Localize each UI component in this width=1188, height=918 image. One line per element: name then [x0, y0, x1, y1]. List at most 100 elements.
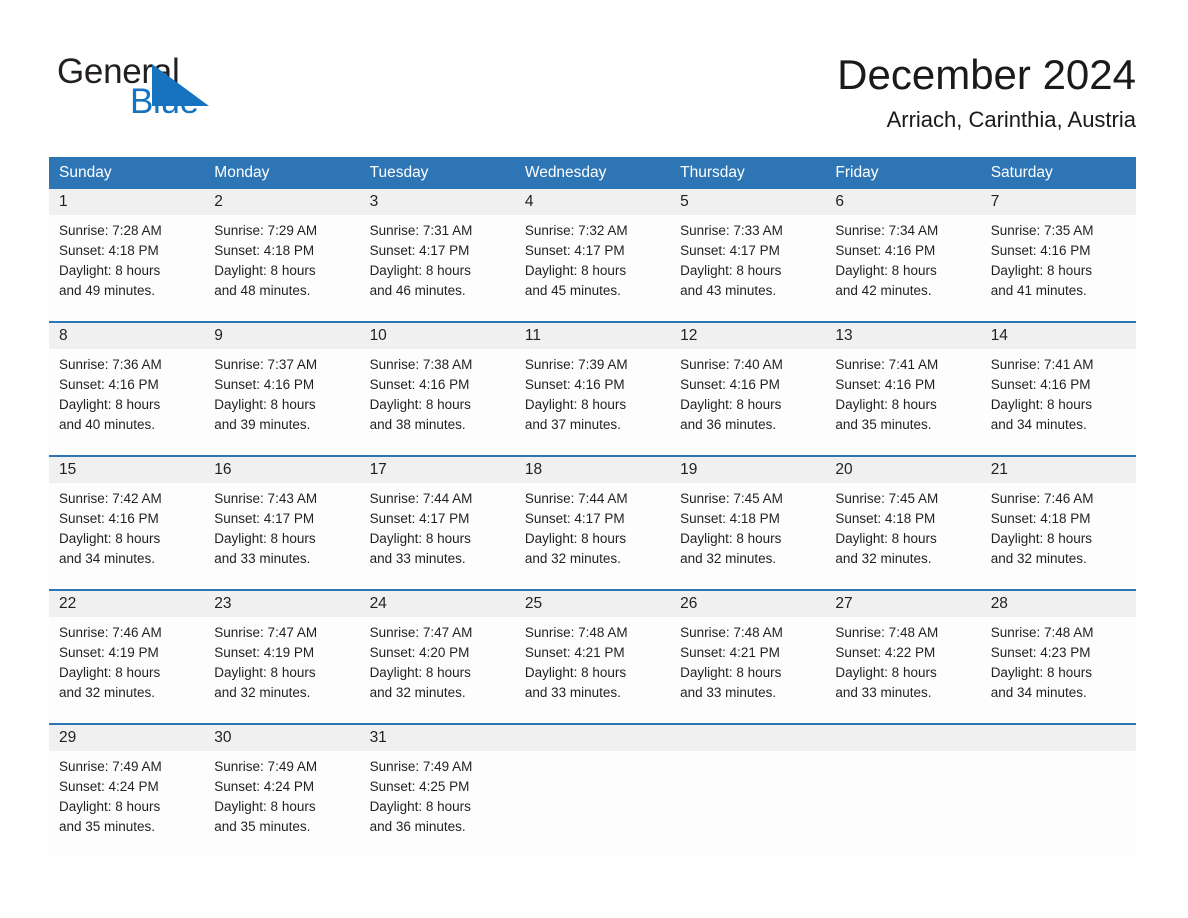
- sunrise-text: Sunrise: 7:32 AM: [524, 223, 628, 238]
- day-cell[interactable]: Sunrise: 7:29 AM Sunset: 4:18 PM Dayligh…: [204, 215, 359, 321]
- day-number[interactable]: 26: [670, 591, 825, 617]
- day-cell[interactable]: Sunrise: 7:33 AM Sunset: 4:17 PM Dayligh…: [670, 215, 825, 321]
- day-number[interactable]: 5: [670, 189, 825, 215]
- day-number[interactable]: 27: [825, 591, 980, 617]
- daylight-text-line1: Daylight: 8 hours: [524, 665, 627, 680]
- daylight-text-line1: Daylight: 8 hours: [990, 665, 1092, 680]
- daylight-text-line1: Daylight: 8 hours: [524, 531, 627, 546]
- day-number[interactable]: 28: [981, 591, 1136, 617]
- day-number[interactable]: 29: [49, 725, 204, 751]
- sunset-text: Sunset: 4:16 PM: [835, 377, 936, 392]
- day-number[interactable]: 3: [360, 189, 515, 215]
- sunset-text: Sunset: 4:18 PM: [680, 511, 780, 526]
- day-number[interactable]: 1: [49, 189, 204, 215]
- sunset-text: Sunset: 4:19 PM: [59, 645, 159, 660]
- day-number[interactable]: 14: [981, 323, 1136, 349]
- day-number[interactable]: 12: [670, 323, 825, 349]
- day-cell[interactable]: Sunrise: 7:39 AM Sunset: 4:16 PM Dayligh…: [515, 349, 670, 455]
- day-number[interactable]: 17: [360, 457, 515, 483]
- day-cell[interactable]: Sunrise: 7:45 AM Sunset: 4:18 PM Dayligh…: [670, 483, 825, 589]
- daylight-text-line2: and 46 minutes.: [369, 283, 466, 298]
- day-number[interactable]: 20: [825, 457, 980, 483]
- day-cell[interactable]: Sunrise: 7:44 AM Sunset: 4:17 PM Dayligh…: [515, 483, 670, 589]
- day-cell[interactable]: Sunrise: 7:43 AM Sunset: 4:17 PM Dayligh…: [204, 483, 359, 589]
- day-cell[interactable]: Sunrise: 7:32 AM Sunset: 4:17 PM Dayligh…: [515, 215, 670, 321]
- week-date-band: 1 2 3 4 5 6 7: [49, 189, 1136, 215]
- day-cell[interactable]: Sunrise: 7:35 AM Sunset: 4:16 PM Dayligh…: [981, 215, 1136, 321]
- day-cell[interactable]: Sunrise: 7:48 AM Sunset: 4:21 PM Dayligh…: [515, 617, 670, 723]
- day-number[interactable]: 21: [981, 457, 1136, 483]
- day-number[interactable]: 6: [825, 189, 980, 215]
- day-cell[interactable]: Sunrise: 7:31 AM Sunset: 4:17 PM Dayligh…: [360, 215, 515, 321]
- day-number[interactable]: 4: [515, 189, 670, 215]
- sunset-text: Sunset: 4:17 PM: [524, 243, 625, 258]
- daylight-text-line2: and 32 minutes.: [59, 685, 156, 700]
- day-number[interactable]: 15: [49, 457, 204, 483]
- day-cell[interactable]: Sunrise: 7:47 AM Sunset: 4:20 PM Dayligh…: [360, 617, 515, 723]
- sunset-text: Sunset: 4:17 PM: [680, 243, 780, 258]
- day-cell[interactable]: Sunrise: 7:48 AM Sunset: 4:21 PM Dayligh…: [670, 617, 825, 723]
- day-cell[interactable]: Sunrise: 7:49 AM Sunset: 4:24 PM Dayligh…: [204, 751, 359, 855]
- daylight-text-line2: and 32 minutes.: [369, 685, 466, 700]
- day-number[interactable]: 19: [670, 457, 825, 483]
- day-number[interactable]: 24: [360, 591, 515, 617]
- day-number[interactable]: 11: [515, 323, 670, 349]
- day-number[interactable]: 9: [204, 323, 359, 349]
- day-cell[interactable]: Sunrise: 7:49 AM Sunset: 4:24 PM Dayligh…: [49, 751, 204, 855]
- daylight-text-line1: Daylight: 8 hours: [680, 665, 782, 680]
- week-info-band: Sunrise: 7:49 AM Sunset: 4:24 PM Dayligh…: [49, 751, 1136, 855]
- day-cell[interactable]: Sunrise: 7:34 AM Sunset: 4:16 PM Dayligh…: [825, 215, 980, 321]
- calendar-week-row: 1 2 3 4 5 6 7 Sunrise: 7:28 AM Sunset: 4…: [49, 189, 1136, 321]
- day-number[interactable]: 2: [204, 189, 359, 215]
- day-cell[interactable]: Sunrise: 7:46 AM Sunset: 4:18 PM Dayligh…: [981, 483, 1136, 589]
- day-number[interactable]: 31: [360, 725, 515, 751]
- day-number[interactable]: 25: [515, 591, 670, 617]
- day-cell[interactable]: Sunrise: 7:36 AM Sunset: 4:16 PM Dayligh…: [49, 349, 204, 455]
- day-number[interactable]: 8: [49, 323, 204, 349]
- sunset-text: Sunset: 4:17 PM: [369, 511, 470, 526]
- day-number[interactable]: 10: [360, 323, 515, 349]
- day-cell[interactable]: Sunrise: 7:48 AM Sunset: 4:23 PM Dayligh…: [981, 617, 1136, 723]
- day-cell[interactable]: Sunrise: 7:41 AM Sunset: 4:16 PM Dayligh…: [825, 349, 980, 455]
- day-cell[interactable]: Sunrise: 7:40 AM Sunset: 4:16 PM Dayligh…: [670, 349, 825, 455]
- daylight-text-line1: Daylight: 8 hours: [59, 263, 161, 278]
- day-number[interactable]: 22: [49, 591, 204, 617]
- day-cell[interactable]: Sunrise: 7:49 AM Sunset: 4:25 PM Dayligh…: [360, 751, 515, 855]
- daylight-text-line1: Daylight: 8 hours: [835, 397, 937, 412]
- daylight-text-line1: Daylight: 8 hours: [369, 397, 471, 412]
- sunrise-text: Sunrise: 7:45 AM: [835, 491, 939, 506]
- daylight-text-line1: Daylight: 8 hours: [214, 665, 316, 680]
- day-cell[interactable]: Sunrise: 7:48 AM Sunset: 4:22 PM Dayligh…: [825, 617, 980, 723]
- daylight-text-line2: and 33 minutes.: [835, 685, 932, 700]
- day-cell[interactable]: Sunrise: 7:44 AM Sunset: 4:17 PM Dayligh…: [360, 483, 515, 589]
- calendar-page: General Blue December 2024 Arriach, Cari…: [0, 0, 1188, 918]
- sunset-text: Sunset: 4:25 PM: [369, 779, 470, 794]
- sunrise-text: Sunrise: 7:34 AM: [835, 223, 939, 238]
- sunset-text: Sunset: 4:24 PM: [214, 779, 315, 794]
- day-number[interactable]: 13: [825, 323, 980, 349]
- daylight-text-line1: Daylight: 8 hours: [59, 397, 161, 412]
- daylight-text-line2: and 35 minutes.: [835, 417, 932, 432]
- sunrise-text: Sunrise: 7:47 AM: [214, 625, 318, 640]
- day-cell[interactable]: Sunrise: 7:45 AM Sunset: 4:18 PM Dayligh…: [825, 483, 980, 589]
- day-cell[interactable]: Sunrise: 7:37 AM Sunset: 4:16 PM Dayligh…: [204, 349, 359, 455]
- day-number[interactable]: 18: [515, 457, 670, 483]
- day-number[interactable]: 7: [981, 189, 1136, 215]
- day-cell[interactable]: Sunrise: 7:28 AM Sunset: 4:18 PM Dayligh…: [49, 215, 204, 321]
- sunrise-text: Sunrise: 7:29 AM: [214, 223, 318, 238]
- day-cell[interactable]: Sunrise: 7:47 AM Sunset: 4:19 PM Dayligh…: [204, 617, 359, 723]
- day-number[interactable]: 16: [204, 457, 359, 483]
- day-number[interactable]: 30: [204, 725, 359, 751]
- day-cell[interactable]: Sunrise: 7:46 AM Sunset: 4:19 PM Dayligh…: [49, 617, 204, 723]
- general-blue-logo[interactable]: General Blue: [57, 52, 317, 124]
- week-date-band: 8 9 10 11 12 13 14: [49, 323, 1136, 349]
- day-cell[interactable]: Sunrise: 7:38 AM Sunset: 4:16 PM Dayligh…: [360, 349, 515, 455]
- dow-sunday: Sunday: [59, 164, 112, 181]
- day-number[interactable]: 23: [204, 591, 359, 617]
- daylight-text-line2: and 33 minutes.: [369, 551, 466, 566]
- sunset-text: Sunset: 4:19 PM: [214, 645, 315, 660]
- day-cell-empty: [515, 751, 670, 855]
- day-cell[interactable]: Sunrise: 7:41 AM Sunset: 4:16 PM Dayligh…: [981, 349, 1136, 455]
- day-cell[interactable]: Sunrise: 7:42 AM Sunset: 4:16 PM Dayligh…: [49, 483, 204, 589]
- daylight-text-line2: and 32 minutes.: [680, 551, 777, 566]
